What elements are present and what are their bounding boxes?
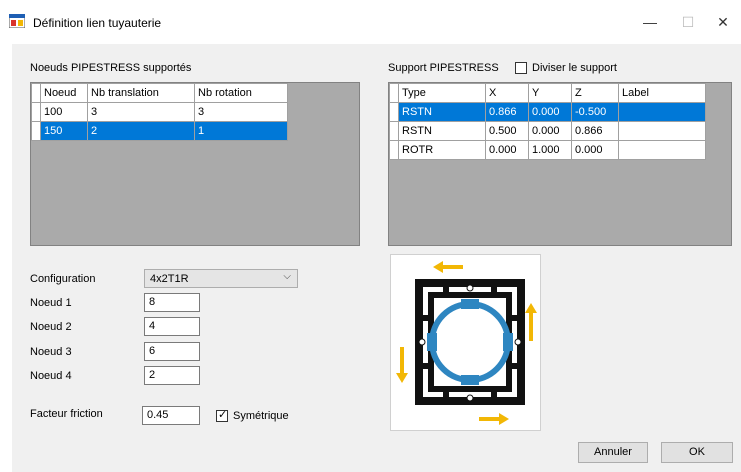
table-cell[interactable]: 1.000: [528, 140, 572, 160]
table-cell[interactable]: 0.866: [485, 102, 529, 122]
noeud3-input[interactable]: 6: [144, 342, 200, 361]
arrow-down-icon: [396, 347, 408, 383]
table-cell[interactable]: 100: [40, 102, 88, 122]
noeud1-label: Noeud 1: [30, 297, 72, 309]
divide-support-checkbox[interactable]: [515, 62, 527, 74]
row-header[interactable]: [31, 102, 41, 122]
noeud4-label: Noeud 4: [30, 370, 72, 382]
table-cell[interactable]: -0.500: [571, 102, 619, 122]
column-header[interactable]: Nb rotation: [194, 83, 288, 103]
support-diagram-svg: [396, 261, 537, 425]
header-row: Type X Y Z Label: [389, 83, 706, 103]
noeud3-label: Noeud 3: [30, 346, 72, 358]
column-header[interactable]: Z: [571, 83, 619, 103]
pipe-circle: [427, 299, 513, 385]
divide-support-label[interactable]: Diviser le support: [532, 62, 617, 74]
check-icon: ✓: [218, 409, 228, 421]
nodes-table[interactable]: Noeud Nb translation Nb rotation 100 3 3 150 2 1: [31, 83, 288, 141]
configuration-label: Configuration: [30, 273, 96, 285]
ok-button[interactable]: OK: [661, 442, 733, 463]
column-header[interactable]: X: [485, 83, 529, 103]
window-title: Définition lien tuyauterie: [33, 16, 162, 30]
table-cell[interactable]: 0.000: [571, 140, 619, 160]
table-cell[interactable]: 0.500: [485, 121, 529, 141]
symmetric-checkbox[interactable]: ✓: [216, 409, 228, 422]
table-cell[interactable]: [618, 140, 706, 160]
row-header[interactable]: [389, 121, 399, 141]
nodes-grid[interactable]: Noeud Nb translation Nb rotation 100 3 3 150 2 1: [30, 82, 360, 246]
configuration-value: 4x2T1R: [150, 273, 189, 285]
table-row[interactable]: 100 3 3: [31, 102, 288, 122]
title-bar: Définition lien tuyauterie — ☐ ✕: [0, 0, 741, 44]
friction-input[interactable]: 0.45: [142, 406, 200, 425]
support-grid[interactable]: Type X Y Z Label RSTN 0.866 0.000 -0.500 RSTN 0.50…: [388, 82, 732, 246]
column-header[interactable]: Type: [398, 83, 486, 103]
column-header[interactable]: Label: [618, 83, 706, 103]
table-cell[interactable]: RSTN: [398, 121, 486, 141]
table-cell[interactable]: [618, 121, 706, 141]
support-diagram: [390, 254, 541, 431]
table-cell[interactable]: 0.000: [528, 121, 572, 141]
table-row[interactable]: ROTR 0.000 1.000 0.000: [389, 140, 706, 160]
noeud2-label: Noeud 2: [30, 321, 72, 333]
friction-label: Facteur friction: [30, 408, 103, 420]
table-row[interactable]: 150 2 1: [31, 121, 288, 141]
chevron-down-icon: ⌵: [283, 271, 291, 282]
table-cell[interactable]: 0.000: [528, 102, 572, 122]
configuration-select[interactable]: 4x2T1R ⌵: [144, 269, 298, 288]
support-label: Support PIPESTRESS: [388, 62, 499, 74]
row-header-corner: [31, 83, 41, 103]
table-cell[interactable]: 3: [87, 102, 195, 122]
table-cell[interactable]: 0.866: [571, 121, 619, 141]
close-button[interactable]: ✕: [705, 8, 741, 36]
column-header[interactable]: Noeud: [40, 83, 88, 103]
noeud1-input[interactable]: 8: [144, 293, 200, 312]
table-cell[interactable]: [618, 102, 706, 122]
nodes-label: Noeuds PIPESTRESS supportés: [30, 62, 192, 74]
table-cell[interactable]: 0.000: [485, 140, 529, 160]
table-row[interactable]: RSTN 0.500 0.000 0.866: [389, 121, 706, 141]
cancel-button[interactable]: Annuler: [578, 442, 648, 463]
noeud4-input[interactable]: 2: [144, 366, 200, 385]
table-cell[interactable]: 2: [87, 121, 195, 141]
dialog-client-area: Noeuds PIPESTRESS supportés Noeud Nb tran…: [12, 44, 741, 472]
app-icon: [9, 14, 25, 28]
table-cell[interactable]: 150: [40, 121, 88, 141]
row-header[interactable]: [389, 140, 399, 160]
row-header[interactable]: [389, 102, 399, 122]
arrow-left-icon: [433, 261, 463, 273]
row-header[interactable]: [31, 121, 41, 141]
table-cell[interactable]: 3: [194, 102, 288, 122]
column-header[interactable]: Nb translation: [87, 83, 195, 103]
table-cell[interactable]: ROTR: [398, 140, 486, 160]
arrow-right-icon: [479, 413, 509, 425]
table-row[interactable]: RSTN 0.866 0.000 -0.500: [389, 102, 706, 122]
arrow-up-icon: [525, 303, 537, 341]
noeud2-input[interactable]: 4: [144, 317, 200, 336]
header-row: Noeud Nb translation Nb rotation: [31, 83, 288, 103]
minimize-button[interactable]: —: [632, 8, 668, 36]
row-header-corner: [389, 83, 399, 103]
maximize-button[interactable]: ☐: [670, 8, 706, 36]
table-cell[interactable]: RSTN: [398, 102, 486, 122]
table-cell[interactable]: 1: [194, 121, 288, 141]
column-header[interactable]: Y: [528, 83, 572, 103]
symmetric-label[interactable]: Symétrique: [233, 410, 289, 422]
support-table[interactable]: Type X Y Z Label RSTN 0.866 0.000 -0.500 RSTN 0.50…: [389, 83, 706, 160]
